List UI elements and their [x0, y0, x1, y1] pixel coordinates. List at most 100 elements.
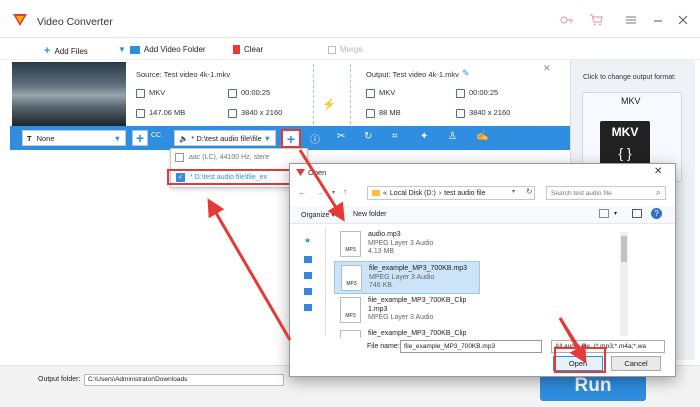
video-thumbnail[interactable] — [12, 62, 126, 126]
source-size: 147.06 MB — [136, 108, 185, 118]
source-format: MKV — [136, 88, 165, 98]
back-arrow-icon[interactable]: ← — [298, 188, 306, 197]
info-icon[interactable]: ⓘ — [310, 131, 323, 146]
close-window-icon[interactable] — [676, 14, 690, 26]
trash-icon — [233, 45, 240, 54]
cut-icon[interactable]: ✂ — [337, 131, 350, 144]
output-duration: 00:00:25 — [456, 88, 498, 98]
checkbox-checked-icon[interactable]: ✓ — [176, 172, 185, 182]
arrow-divider — [313, 64, 314, 124]
window-title: Video Converter — [37, 16, 113, 28]
cancel-button[interactable]: Cancel — [611, 356, 661, 371]
menu-icon[interactable] — [624, 14, 638, 26]
arrow-to-dropdown — [207, 198, 292, 341]
effect-icon[interactable]: ✦ — [420, 131, 433, 144]
dialog-command-bar — [290, 206, 675, 224]
checkbox-icon[interactable] — [175, 153, 184, 162]
audio-track-option-selected[interactable]: ✓ * D:\test audio file\file_ex — [167, 169, 307, 185]
output-format-hint: Click to change output format: — [583, 74, 676, 81]
subtitle-select[interactable]: T None ▼ — [22, 130, 126, 146]
navigation-pane[interactable]: ★ — [300, 228, 326, 336]
clear-button[interactable]: Clear — [233, 45, 263, 54]
chevron-down-icon: ▼ — [113, 133, 121, 143]
size-icon — [366, 108, 375, 118]
audio-track-option[interactable]: aac (LC), 44100 Hz, stere — [175, 153, 269, 162]
chevron-down-icon: ▼ — [263, 133, 271, 143]
desktop-icon[interactable] — [304, 256, 312, 263]
add-audio-track-button[interactable]: + — [281, 129, 301, 148]
output-format: MKV — [366, 88, 395, 98]
dialog-close-icon[interactable]: ✕ — [654, 166, 662, 177]
merge-button[interactable]: Merge — [328, 45, 363, 54]
scrollbar-thumb[interactable] — [621, 236, 627, 262]
new-folder-button[interactable]: New folder — [353, 211, 386, 218]
preview-pane-icon[interactable] — [632, 209, 642, 218]
pictures-icon[interactable] — [304, 288, 312, 295]
subtitle-edit-icon[interactable]: ✍ — [476, 131, 489, 144]
audio-track-dropdown: aac (LC), 44100 Hz, stere ✓ * D:\test au… — [167, 148, 308, 188]
crop-icon[interactable]: ⌗ — [392, 131, 405, 144]
minimize-icon[interactable] — [651, 14, 665, 26]
output-size: 88 MB — [366, 108, 401, 118]
chevron-left-icon: « — [383, 189, 387, 197]
documents-icon[interactable] — [304, 272, 312, 279]
view-options-icon[interactable] — [599, 209, 609, 218]
refresh-icon[interactable]: ↻ — [526, 187, 533, 196]
folder-icon — [372, 190, 380, 196]
file-item-audio[interactable]: MP3 audio.mp3 MPEG Layer 3 Audio 4.13 MB — [334, 228, 480, 261]
merge-icon — [328, 45, 336, 54]
up-arrow-icon[interactable]: ↑ — [343, 187, 347, 196]
mp3-file-icon: MP3 — [341, 265, 362, 291]
source-filename: Source: Test video 4k-1.mkv — [136, 70, 231, 79]
quick-access-icon[interactable]: ★ — [304, 236, 311, 245]
view-dropdown-icon[interactable]: ▾ — [614, 210, 617, 217]
clock-icon — [228, 88, 237, 98]
add-subtitle-button[interactable]: + — [132, 130, 148, 146]
address-dropdown-icon[interactable]: ▾ — [512, 188, 515, 195]
watermark-icon[interactable]: ♙ — [448, 131, 461, 144]
file-item-selected[interactable]: MP3 file_example_MP3_700KB.mp3 MPEG Layer… — [334, 261, 480, 294]
help-icon[interactable]: ? — [651, 208, 662, 219]
dialog-title: Open — [308, 168, 327, 177]
app-logo-icon — [12, 12, 28, 28]
organize-button[interactable]: Organize ▾ — [301, 211, 335, 219]
output-format-name: MKV — [621, 96, 641, 106]
videos-icon[interactable] — [304, 304, 312, 311]
gpu-acceleration-icon: ⚡ — [322, 99, 336, 111]
output-folder-field[interactable]: C:\Users\Administrator\Downloads — [84, 374, 284, 386]
file-name-input[interactable]: file_example_MP3_700KB.mp3 — [400, 340, 542, 353]
cc-icon[interactable]: CC — [151, 132, 161, 139]
recent-dropdown-icon[interactable]: ▾ — [332, 189, 335, 196]
file-list: MP3 audio.mp3 MPEG Layer 3 Audio 4.13 MB M… — [330, 228, 630, 338]
audio-track-select[interactable]: 🔈 * D:\test audio file\file ▼ — [174, 130, 276, 146]
clock-icon — [456, 88, 465, 98]
forward-arrow-icon[interactable]: → — [316, 188, 324, 197]
cart-icon[interactable] — [589, 14, 603, 26]
edit-name-icon[interactable]: ✎ — [462, 68, 470, 79]
output-resolution: 3840 x 2160 — [456, 108, 510, 118]
format-icon — [136, 88, 145, 98]
speaker-icon: 🔈 — [179, 133, 189, 143]
add-files-button[interactable]: + Add Files — [44, 45, 88, 57]
address-bar[interactable]: « Local Disk (D:) › test audio file — [367, 186, 535, 200]
arrow-divider-right — [350, 64, 351, 124]
file-item-clip2[interactable]: file_example_MP3_700KB_Clip — [334, 327, 480, 338]
open-button-highlight — [554, 347, 606, 373]
resolution-icon — [456, 108, 465, 118]
plus-icon: + — [286, 130, 296, 147]
folder-icon — [129, 45, 140, 54]
rotate-icon[interactable]: ↻ — [364, 131, 377, 144]
folder-dropdown-icon: ▼ — [118, 45, 126, 54]
text-icon: T — [27, 133, 32, 143]
add-video-folder-button[interactable]: ▼ Add Video Folder — [118, 45, 206, 54]
mp3-file-icon: MP3 — [340, 297, 361, 323]
file-name-label: File name: — [367, 343, 400, 350]
remove-file-icon[interactable]: ✕ — [543, 63, 551, 74]
file-item-clip1[interactable]: MP3 file_example_MP3_700KB_Clip 1.mp3 MPEG… — [334, 294, 480, 327]
mp3-file-icon: MP3 — [340, 231, 361, 257]
search-input[interactable]: Search test audio file — [546, 186, 666, 200]
key-icon[interactable] — [560, 14, 574, 26]
chevron-down-icon: ▾ — [331, 212, 335, 219]
output-folder-label: Output folder: — [38, 376, 81, 383]
output-filename: Output: Test video 4k-1.mkv — [366, 70, 459, 79]
